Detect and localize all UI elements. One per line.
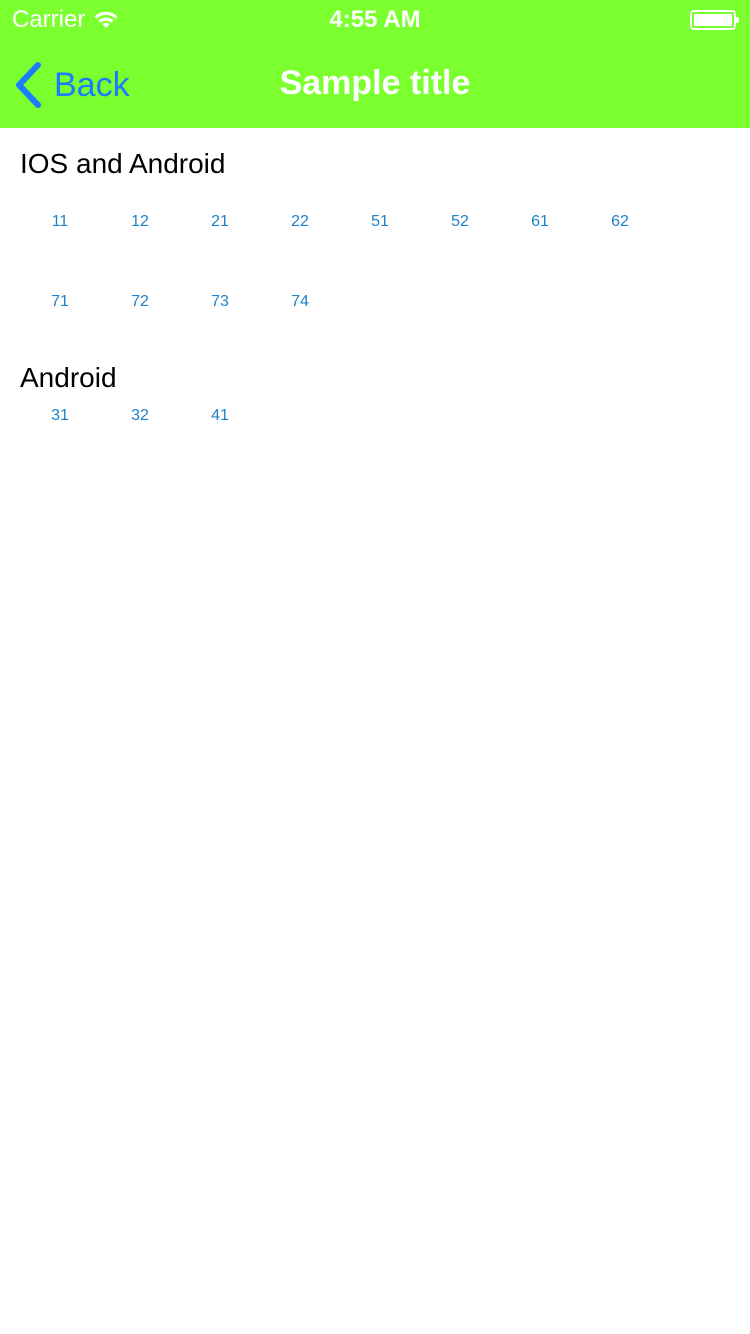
- grid-item[interactable]: 12: [100, 182, 180, 262]
- grid-item[interactable]: 71: [20, 262, 100, 342]
- grid-item[interactable]: 74: [260, 262, 340, 342]
- navigation-bar: Back Sample title: [0, 40, 750, 128]
- grid-item[interactable]: 31: [20, 396, 100, 436]
- page-title: Sample title: [279, 64, 471, 102]
- grid-item[interactable]: 41: [180, 396, 260, 436]
- grid-item[interactable]: 11: [20, 182, 100, 262]
- status-time: 4:55 AM: [329, 6, 421, 33]
- grid-item[interactable]: 61: [500, 182, 580, 262]
- grid-item[interactable]: 52: [420, 182, 500, 262]
- grid-item[interactable]: 21: [180, 182, 260, 262]
- app-header: Carrier 4:55 AM Back Sample title: [0, 0, 750, 128]
- section-grid-ios-and-android: 11 12 21 22 51 52 61 62 71 72 73 74: [20, 182, 660, 342]
- grid-item[interactable]: 73: [180, 262, 260, 342]
- grid-item[interactable]: 32: [100, 396, 180, 436]
- grid-item[interactable]: 62: [580, 182, 660, 262]
- grid-item[interactable]: 22: [260, 182, 340, 262]
- status-bar: Carrier 4:55 AM: [0, 0, 750, 40]
- battery-icon: [690, 10, 739, 30]
- grid-item[interactable]: 51: [340, 182, 420, 262]
- section-grid-android: 31 32 41: [20, 396, 660, 436]
- grid-item[interactable]: 72: [100, 262, 180, 342]
- section-header-android: Android: [20, 362, 117, 393]
- section-header-ios-and-android: IOS and Android: [20, 148, 226, 179]
